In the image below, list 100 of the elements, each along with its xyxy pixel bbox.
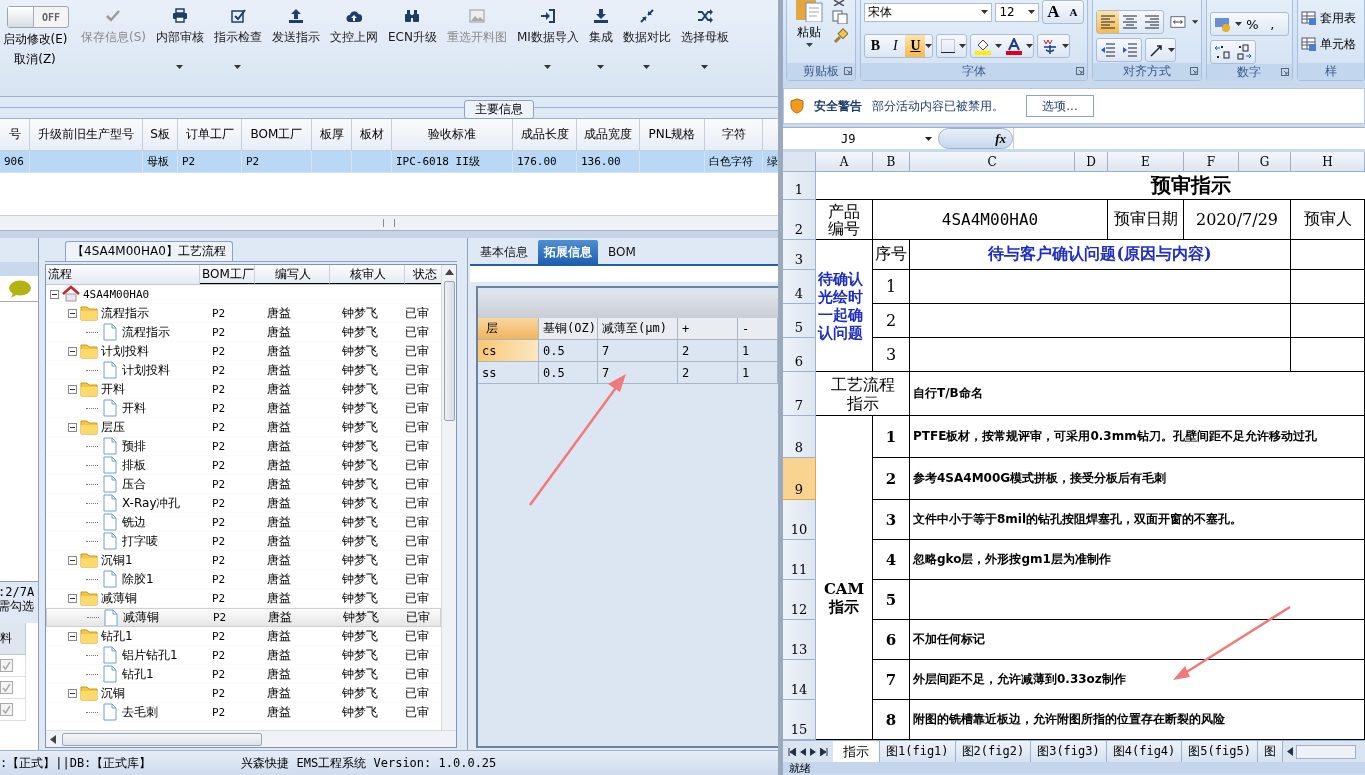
row-header[interactable]: 14 (783, 660, 816, 700)
name-box[interactable]: J9 (783, 128, 938, 149)
tree-row[interactable]: 计划投料 P2 唐益 钟梦飞 已审 (46, 342, 441, 361)
tree-row[interactable]: 钻孔1 P2 唐益 钟梦飞 已审 (46, 627, 441, 646)
row-header[interactable]: 15 (783, 700, 816, 740)
table-cell-text: P2 (211, 533, 227, 550)
tree-row[interactable]: 除胶1 P2 唐益 钟梦飞 已审 (46, 570, 441, 589)
italic-button[interactable]: I (885, 35, 906, 57)
column-header[interactable]: E (1108, 152, 1184, 172)
sheet-tab[interactable]: 图 (1257, 741, 1283, 762)
grow-font-button[interactable]: A (1043, 1, 1064, 23)
tree-row[interactable]: 开料 P2 唐益 钟梦飞 已审 (46, 399, 441, 418)
tree-row[interactable]: 铝片钻孔1 P2 唐益 钟梦飞 已审 (46, 646, 441, 665)
row-header[interactable]: 9 (783, 458, 816, 500)
sheet-tab[interactable]: 图2(fig2) (955, 741, 1032, 762)
insert-function-button[interactable]: fx (938, 128, 1013, 149)
checkbox[interactable] (0, 659, 13, 672)
table-cell-text: 钟梦飞 (341, 342, 379, 360)
scroll-thumb[interactable] (383, 219, 395, 227)
tab[interactable]: 拓展信息 (538, 240, 598, 264)
tree-node-label: 开料 (46, 399, 200, 417)
menu-action[interactable]: 取消(Z) (14, 51, 56, 68)
font-name-field[interactable]: 宋体 (864, 2, 993, 22)
tree-row[interactable]: 沉铜1 P2 唐益 钟梦飞 已审 (46, 551, 441, 570)
toolbar-button[interactable]: 指示检查 (209, 6, 267, 80)
sheet-tab[interactable]: 图1(fig1) (880, 741, 956, 762)
row-header[interactable]: 3 (783, 240, 816, 270)
sheet-tab[interactable]: 指示 (833, 741, 880, 762)
column-header[interactable]: C (910, 152, 1075, 172)
toolbar-button[interactable]: 发送指示 (267, 6, 325, 80)
tree-row[interactable]: 流程指示 P2 唐益 钟梦飞 已审 (46, 323, 441, 342)
tab[interactable]: 基本信息 (474, 240, 534, 264)
paste-button[interactable]: 粘贴 (790, 0, 828, 63)
column-header[interactable]: F (1184, 152, 1239, 172)
column-header[interactable]: B (873, 152, 910, 172)
select-all-corner[interactable] (783, 152, 816, 172)
comma-button[interactable]: , (1262, 13, 1283, 35)
row-header[interactable]: 6 (783, 338, 816, 372)
scrollbar[interactable] (441, 265, 456, 730)
row-header[interactable]: 11 (783, 540, 816, 580)
column-header[interactable]: D (1075, 152, 1108, 172)
toolbar-button[interactable]: 数据对比 (617, 6, 676, 80)
sheet-tab[interactable]: 图4(fig4) (1106, 741, 1183, 762)
tree-row[interactable]: 铣边 P2 唐益 钟梦飞 已审 (46, 513, 441, 532)
scroll-thumb[interactable] (62, 732, 262, 746)
tree-row[interactable]: 去毛刺 P2 唐益 钟梦飞 已审 (46, 703, 441, 722)
style-button[interactable]: 套用表 (1300, 8, 1361, 28)
align-button[interactable] (1097, 11, 1120, 33)
toolbar-button[interactable]: 内部审核 (151, 6, 209, 80)
edit-toggle[interactable]: OFF (7, 6, 69, 28)
toolbar-button[interactable]: 选择母板 (675, 6, 734, 80)
row-header[interactable]: 4 (783, 270, 816, 304)
toolbar-button[interactable]: MI数据导入 (511, 6, 584, 80)
tree-row[interactable]: 计划投料 P2 唐益 钟梦飞 已审 (46, 361, 441, 380)
toolbar-button[interactable]: 文控上网 (325, 6, 383, 80)
tab[interactable]: BOM (602, 240, 642, 264)
bold-button[interactable]: B (865, 35, 886, 57)
options-button[interactable]: 选项... (1026, 95, 1094, 117)
checkbox[interactable] (0, 703, 13, 716)
scrollbar[interactable] (46, 730, 456, 747)
row-header[interactable]: 5 (783, 304, 816, 338)
tree-row[interactable]: 钻孔1 P2 唐益 钟梦飞 已审 (46, 665, 441, 684)
column-header[interactable]: H (1291, 152, 1365, 172)
scroll-thumb[interactable] (443, 281, 455, 421)
column-header[interactable]: G (1239, 152, 1291, 172)
tree-row[interactable]: 压合 P2 唐益 钟梦飞 已审 (46, 475, 441, 494)
table-row[interactable]: 906 母板 P2 P2 IPC-6018 II级 176.00 136.00 白色字符 绿 (0, 151, 778, 173)
scroll-thumb[interactable] (1295, 744, 1356, 759)
tree-row[interactable]: 4SA4M00HA0 (46, 285, 441, 304)
tree-row[interactable]: 预排 P2 唐益 钟梦飞 已审 (46, 437, 441, 456)
toolbar-button[interactable]: 集成 (583, 6, 618, 80)
scrollbar[interactable] (0, 215, 778, 230)
tree-row[interactable]: 沉铜 P2 唐益 钟梦飞 已审 (46, 684, 441, 703)
row-header[interactable]: 7 (783, 372, 816, 416)
menu-action[interactable]: 启动修改(E) (2, 31, 68, 48)
tree-row[interactable]: 层压 P2 唐益 钟梦飞 已审 (46, 418, 441, 437)
row-header[interactable]: 2 (783, 200, 816, 240)
tree-row[interactable]: 开料 P2 唐益 钟梦飞 已审 (46, 380, 441, 399)
row-header[interactable]: 8 (783, 416, 816, 458)
font-size-field[interactable]: 12 (995, 2, 1040, 22)
style-button[interactable]: 单元格 (1300, 34, 1361, 54)
sheet-tab[interactable]: 图3(fig3) (1031, 741, 1107, 762)
column-header[interactable]: A (816, 152, 873, 172)
checkbox[interactable] (0, 681, 13, 694)
tree-row[interactable]: 减薄铜 P2 唐益 钟梦飞 已审 (46, 608, 441, 627)
underline-button[interactable]: U (905, 35, 926, 57)
tree-row[interactable]: 流程指示 P2 唐益 钟梦飞 已审 (46, 304, 441, 323)
toolbar-button[interactable]: ECN升级 (383, 6, 442, 80)
row-header[interactable]: 10 (783, 500, 816, 540)
percent-button[interactable]: % (1242, 13, 1263, 35)
shrink-font-button[interactable]: A (1063, 1, 1084, 23)
row-header[interactable]: 13 (783, 620, 816, 660)
row-header[interactable]: 1 (783, 172, 816, 200)
sheet-cell: 6 (873, 620, 910, 660)
tree-row[interactable]: X-Ray冲孔 P2 唐益 钟梦飞 已审 (46, 494, 441, 513)
sheet-tab[interactable]: 图5(fig5) (1182, 741, 1258, 762)
table-cell-text: P2 (211, 647, 227, 664)
row-header[interactable]: 12 (783, 580, 816, 620)
tree-row[interactable]: 排板 P2 唐益 钟梦飞 已审 (46, 456, 441, 475)
tree-row[interactable]: 打字唛 P2 唐益 钟梦飞 已审 (46, 532, 441, 551)
